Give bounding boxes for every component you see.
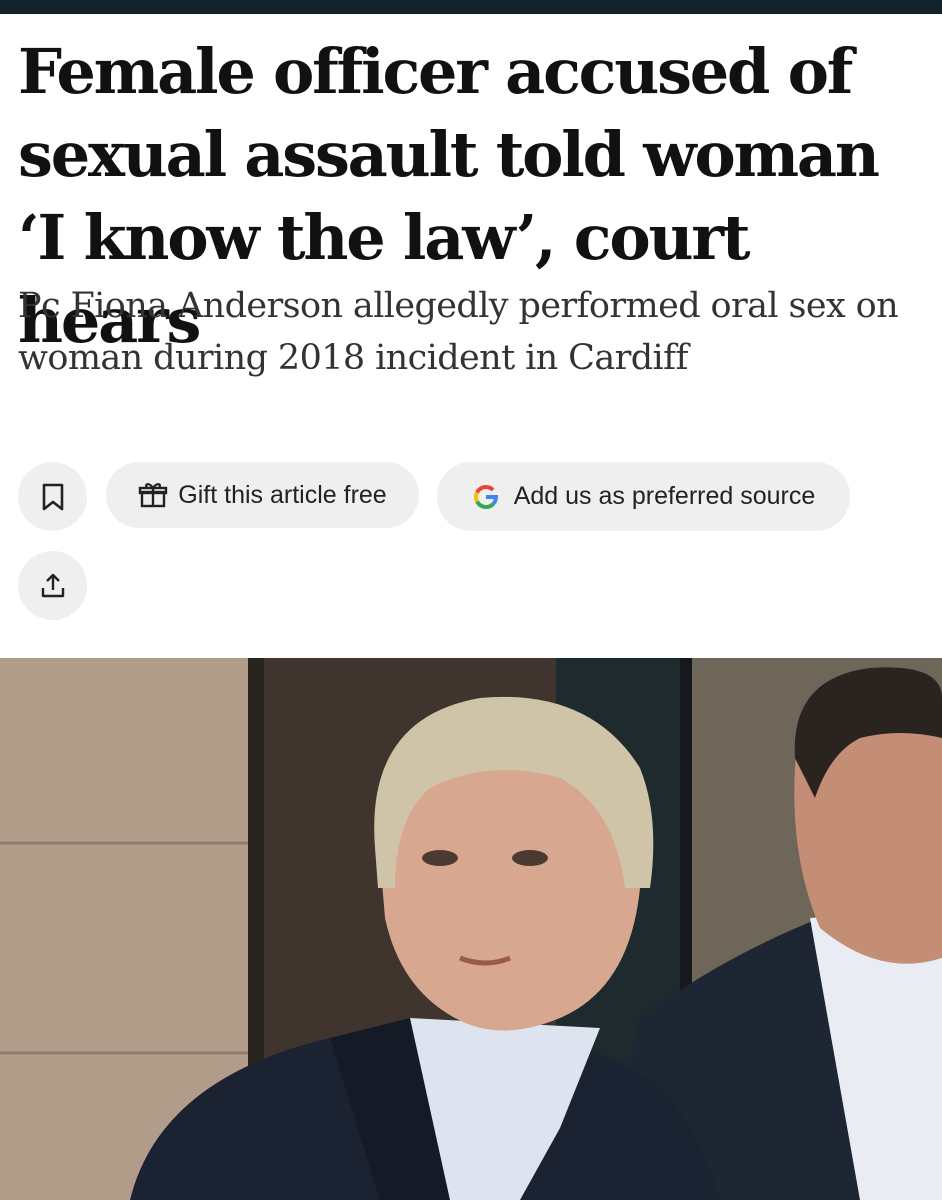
- share-button[interactable]: [18, 551, 87, 620]
- bookmark-button[interactable]: [18, 462, 87, 531]
- gift-article-button[interactable]: Gift this article free: [106, 462, 419, 528]
- preferred-source-label: Add us as preferred source: [513, 482, 816, 510]
- share-icon: [39, 572, 67, 600]
- google-logo-icon: [472, 483, 500, 511]
- bookmark-icon: [40, 482, 66, 512]
- preferred-source-button[interactable]: Add us as preferred source: [437, 462, 850, 531]
- gift-icon: [138, 481, 168, 509]
- gift-article-label: Gift this article free: [178, 480, 387, 509]
- article-hero-photo: [0, 658, 942, 1200]
- article-standfirst: Pc Fiona Anderson allegedly performed or…: [18, 286, 899, 378]
- top-bar: [0, 0, 942, 14]
